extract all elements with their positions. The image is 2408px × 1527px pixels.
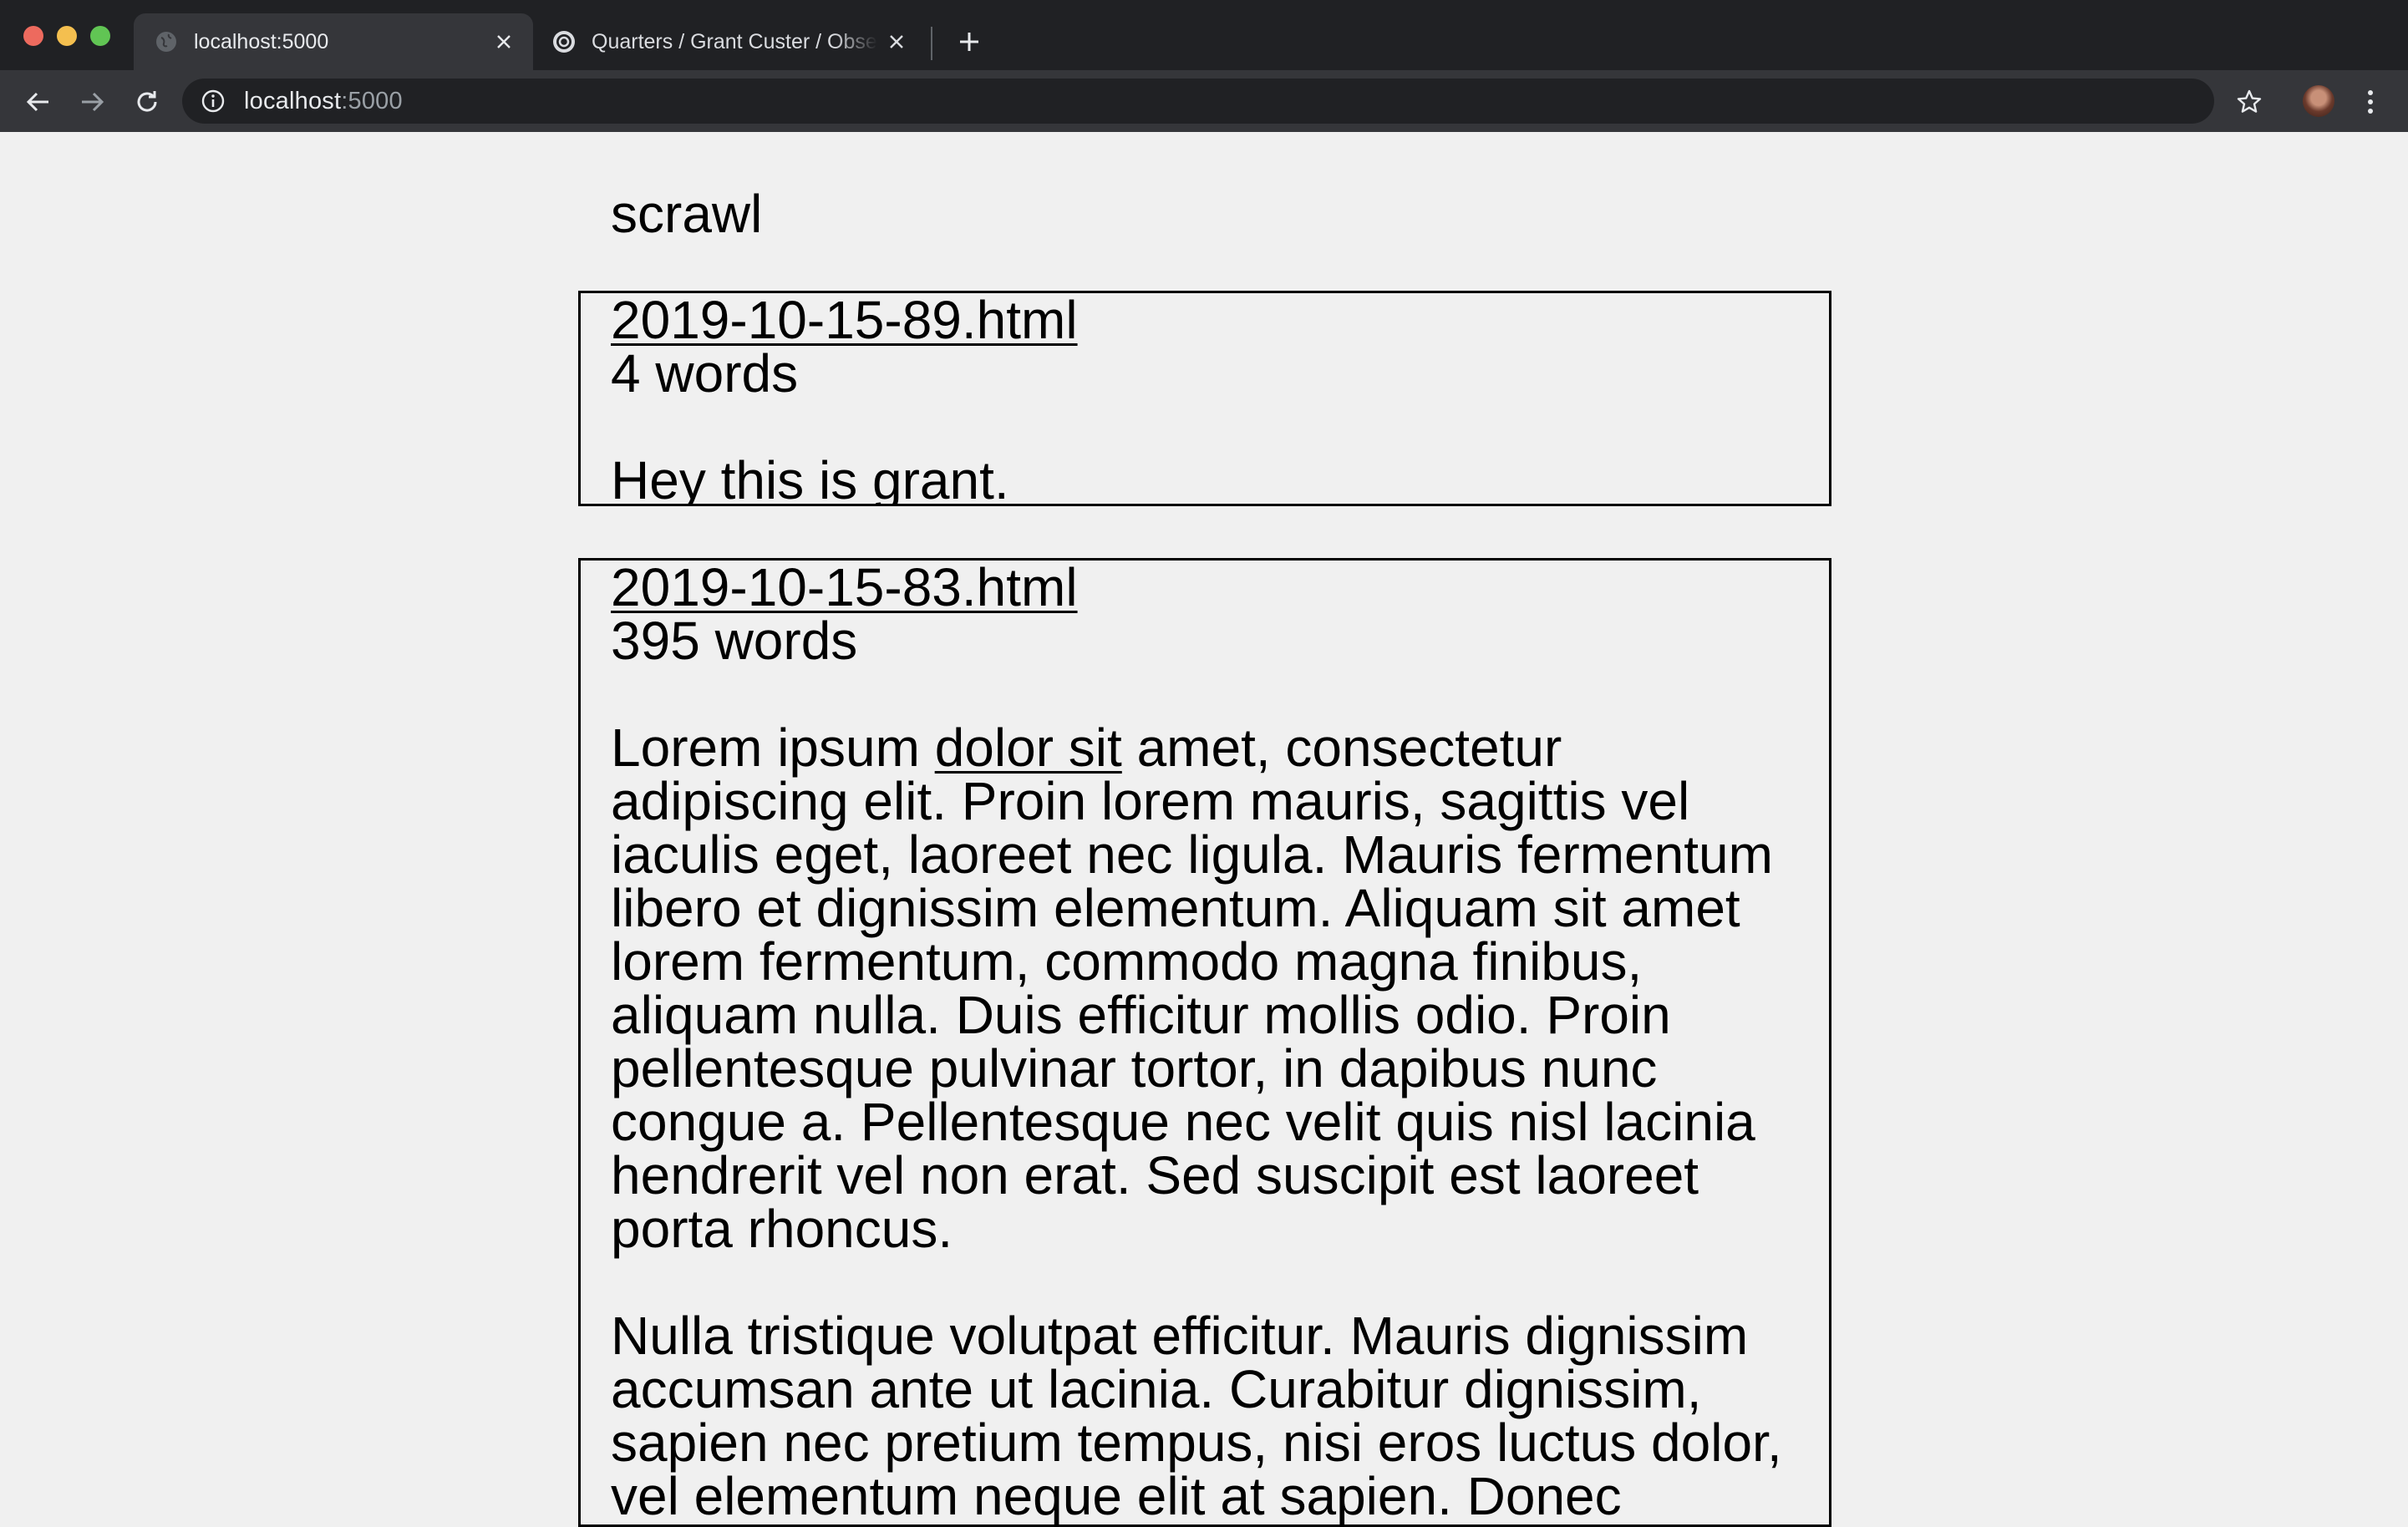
page-content: scrawl 2019-10-15-89.html 4 words Hey th…: [0, 132, 2408, 1527]
close-window-button[interactable]: [23, 26, 43, 46]
entry-card: 2019-10-15-89.html 4 words Hey this is g…: [578, 291, 1831, 506]
tab-title: Quarters / Grant Custer / Observable: [592, 29, 877, 53]
more-menu-icon[interactable]: [2358, 85, 2383, 119]
reload-icon: [137, 91, 157, 112]
tab-separator: [931, 27, 932, 60]
tab-title: localhost:5000: [194, 29, 329, 53]
tab-strip: localhost:5000 Quarters / Grant Custer /…: [0, 0, 2408, 70]
globe-icon: [154, 29, 179, 54]
entry-paragraph: Nulla tristique volutpat efficitur. Maur…: [611, 1306, 1782, 1526]
close-icon[interactable]: [884, 29, 909, 54]
browser-toolbar: localhost:5000: [0, 70, 2408, 132]
word-count: 395 words: [611, 611, 858, 671]
profile-avatar[interactable]: [2303, 85, 2334, 117]
back-button[interactable]: [22, 85, 55, 119]
reload-button[interactable]: [130, 85, 164, 119]
address-bar[interactable]: localhost:5000: [182, 79, 2214, 124]
tab-localhost[interactable]: localhost:5000: [134, 13, 533, 70]
paragraph-text: Lorem ipsum: [611, 718, 935, 778]
zoom-window-button[interactable]: [90, 26, 110, 46]
inline-link[interactable]: dolor sit: [935, 718, 1122, 778]
entry-link[interactable]: 2019-10-15-89.html: [611, 293, 1078, 350]
url-port: :5000: [341, 87, 403, 114]
info-icon[interactable]: [199, 87, 227, 115]
entry-card: 2019-10-15-83.html 395 words Lorem ipsum…: [578, 558, 1831, 1527]
forward-button[interactable]: [75, 85, 109, 119]
minimize-window-button[interactable]: [57, 26, 77, 46]
word-count: 4 words: [611, 343, 799, 403]
tab-observable[interactable]: Quarters / Grant Custer / Observable: [546, 13, 922, 70]
url-host: localhost: [244, 87, 342, 114]
arrow-right-icon: [82, 92, 104, 112]
bookmark-star-icon[interactable]: [2233, 85, 2266, 119]
plus-icon: [960, 33, 978, 51]
arrow-left-icon: [26, 92, 48, 112]
paragraph-text: amet, consectetur adipiscing elit. Proin…: [611, 718, 1773, 1259]
close-icon[interactable]: [491, 29, 516, 54]
entry-paragraph: Hey this is grant.: [611, 450, 1009, 506]
entry-link[interactable]: 2019-10-15-83.html: [611, 561, 1078, 617]
site-title: scrawl: [611, 184, 763, 244]
url-text: localhost:5000: [244, 88, 403, 115]
entry-paragraph: Lorem ipsum dolor sit amet, consectetur …: [611, 721, 1799, 1256]
new-tab-button[interactable]: [953, 25, 986, 58]
observable-icon: [551, 29, 577, 54]
